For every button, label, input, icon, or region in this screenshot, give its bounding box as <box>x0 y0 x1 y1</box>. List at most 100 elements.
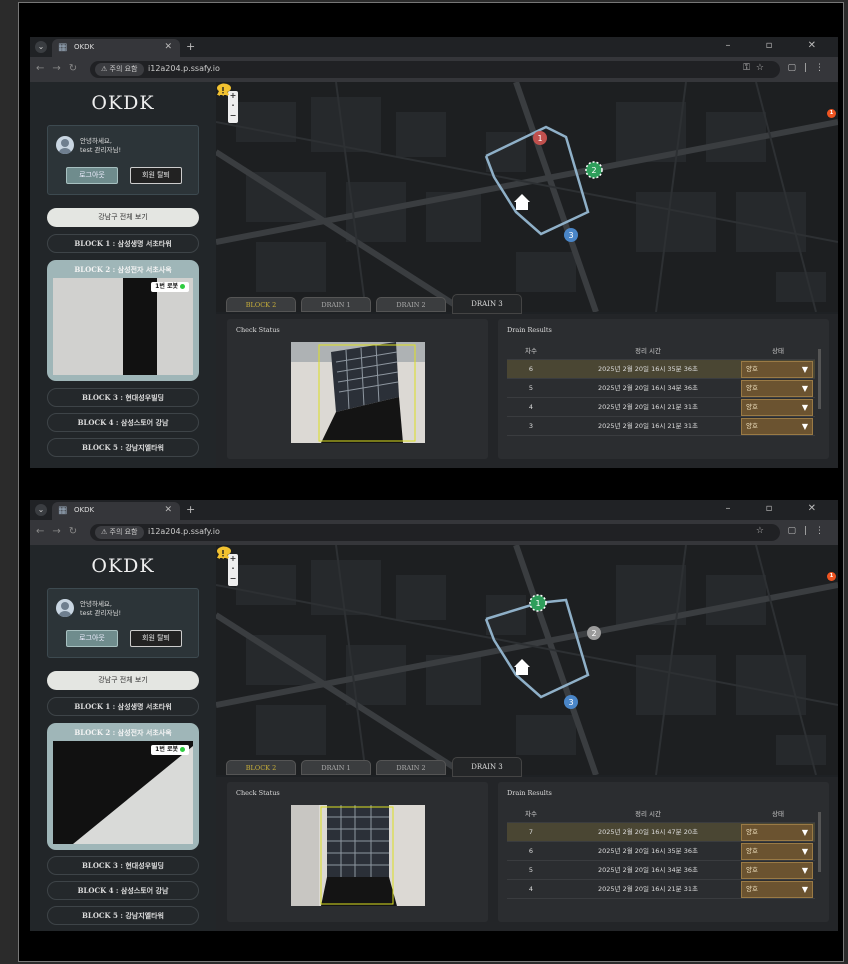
window-controls[interactable]: – ▫ ✕ <box>725 40 832 51</box>
block-2-item-active[interactable]: BLOCK 2 : 삼성전자 서초사옥 1번 로봇 <box>47 260 199 381</box>
tab-search-button[interactable]: ⌄ <box>35 504 47 516</box>
table-row[interactable]: 5 2025년 2월 20일 16시 34분 36초 양호 ▼ <box>507 379 815 398</box>
address-bar: ←→↻ ⚠ 주의 요함 i12a204.p.ssafy.io ⚿☆ ▢|⋮ <box>30 57 838 82</box>
navigation-icons[interactable]: ←→↻ <box>36 526 85 537</box>
block-2-item-active[interactable]: BLOCK 2 : 삼성전자 서초사옥 1번 로봇 <box>47 723 199 850</box>
chevron-down-icon: ▼ <box>801 384 808 393</box>
logout-button[interactable]: 로그아웃 <box>66 630 118 647</box>
svg-text:1: 1 <box>535 599 540 608</box>
alert-count-badge: 1 <box>827 109 836 118</box>
tab-title: OKDK <box>74 506 95 514</box>
tab-drain-3[interactable]: DRAIN 3 <box>452 757 522 777</box>
header-time: 정리 시간 <box>635 810 661 818</box>
status-select[interactable]: 양호 ▼ <box>741 418 813 435</box>
view-all-button[interactable]: 강남구 전체 보기 <box>47 671 199 690</box>
tab-drain-2[interactable]: DRAIN 2 <box>376 297 446 312</box>
table-row[interactable]: 6 2025년 2월 20일 16시 35분 36초 양호 ▼ <box>507 842 815 861</box>
status-select[interactable]: 양호 ▼ <box>741 824 813 841</box>
browser-tab[interactable]: ▦ OKDK ✕ <box>52 39 180 57</box>
row-time: 2025년 2월 20일 16시 34분 36초 <box>598 384 698 392</box>
tab-search-button[interactable]: ⌄ <box>35 41 47 53</box>
omnibox-icons[interactable]: ⚿☆ <box>743 63 770 73</box>
row-time: 2025년 2월 20일 16시 47분 20초 <box>598 828 698 836</box>
new-tab-icon[interactable]: + <box>186 40 195 53</box>
table-row[interactable]: 7 2025년 2월 20일 16시 47분 20초 양호 ▼ <box>507 823 815 842</box>
withdraw-button[interactable]: 회원 탈퇴 <box>130 630 182 647</box>
app-favicon-icon: ▦ <box>58 505 68 516</box>
chevron-down-icon: ▼ <box>801 866 808 875</box>
row-time: 2025년 2월 20일 16시 34분 36초 <box>598 866 698 874</box>
block-1-item[interactable]: BLOCK 1 : 삼성생명 서초타워 <box>47 697 199 716</box>
tab-block-2[interactable]: BLOCK 2 <box>226 297 296 312</box>
block-1-item[interactable]: BLOCK 1 : 삼성생명 서초타워 <box>47 234 199 253</box>
withdraw-button[interactable]: 회원 탈퇴 <box>130 167 182 184</box>
url-text[interactable]: i12a204.p.ssafy.io <box>148 64 220 73</box>
omnibox[interactable]: ⚠ 주의 요함 i12a204.p.ssafy.io ☆ <box>90 524 780 541</box>
status-select[interactable]: 양호 ▼ <box>741 399 813 416</box>
url-text[interactable]: i12a204.p.ssafy.io <box>148 527 220 536</box>
greeting: 안녕하세요, test 관리자님! <box>80 137 121 155</box>
view-all-button[interactable]: 강남구 전체 보기 <box>47 208 199 227</box>
drain-results-title: Drain Results <box>507 789 552 797</box>
status-select[interactable]: 양호 ▼ <box>741 881 813 898</box>
status-select[interactable]: 양호 ▼ <box>741 361 813 378</box>
block-3-item[interactable]: BLOCK 3 : 현대성우빌딩 <box>47 856 199 875</box>
security-warning-chip[interactable]: ⚠ 주의 요함 <box>95 63 144 76</box>
tab-drain-1[interactable]: DRAIN 1 <box>301 297 371 312</box>
app-root: OKDK 안녕하세요, test 관리자님! 로그아웃 회원 탈퇴 강남구 전체… <box>30 82 838 468</box>
new-tab-icon[interactable]: + <box>186 503 195 516</box>
greeting-line-1: 안녕하세요, <box>80 600 112 608</box>
warning-icon[interactable] <box>216 545 230 559</box>
table-row[interactable]: 3 2025년 2월 20일 16시 21분 31초 양호 ▼ <box>507 417 815 436</box>
row-round: 5 <box>528 866 534 874</box>
block-4-item[interactable]: BLOCK 4 : 삼성스토어 강남 <box>47 413 199 432</box>
table-scrollbar[interactable] <box>818 349 821 409</box>
tab-drain-3[interactable]: DRAIN 3 <box>452 294 522 314</box>
avatar <box>56 599 74 617</box>
status-select[interactable]: 양호 ▼ <box>741 843 813 860</box>
map-canvas: 1 2 3 <box>216 82 838 312</box>
robot-badge: 1번 로봇 <box>151 282 189 292</box>
browser-tab[interactable]: ▦ OKDK ✕ <box>52 502 180 520</box>
table-row[interactable]: 5 2025년 2월 20일 16시 34분 36초 양호 ▼ <box>507 861 815 880</box>
app-logo: OKDK <box>91 92 155 114</box>
omnibox[interactable]: ⚠ 주의 요함 i12a204.p.ssafy.io ⚿☆ <box>90 61 780 78</box>
block-4-item[interactable]: BLOCK 4 : 삼성스토어 강남 <box>47 881 199 900</box>
greeting: 안녕하세요, test 관리자님! <box>80 600 121 618</box>
omnibox-icons[interactable]: ☆ <box>756 526 770 536</box>
toolbar-icons[interactable]: ▢|⋮ <box>787 63 832 73</box>
greeting-line-1: 안녕하세요, <box>80 137 112 145</box>
chevron-down-icon: ▼ <box>801 422 808 431</box>
app-favicon-icon: ▦ <box>58 42 68 53</box>
map-view[interactable]: 1 2 3 + · − 1 <box>216 545 838 775</box>
chevron-down-icon: ▼ <box>801 828 808 837</box>
tab-block-2[interactable]: BLOCK 2 <box>226 760 296 775</box>
svg-text:2: 2 <box>591 629 596 638</box>
drain-snapshot-image <box>291 805 425 906</box>
table-scrollbar[interactable] <box>818 812 821 872</box>
logout-button[interactable]: 로그아웃 <box>66 167 118 184</box>
security-warning-chip[interactable]: ⚠ 주의 요함 <box>95 526 144 539</box>
status-select[interactable]: 양호 ▼ <box>741 380 813 397</box>
detail-tabs: BLOCK 2 DRAIN 1 DRAIN 2 DRAIN 3 <box>216 757 838 777</box>
close-icon[interactable]: ✕ <box>164 42 172 52</box>
marker-3: 3 <box>564 695 578 709</box>
block-5-item[interactable]: BLOCK 5 : 강남지엘타워 <box>47 906 199 925</box>
tab-drain-1[interactable]: DRAIN 1 <box>301 760 371 775</box>
table-row[interactable]: 4 2025년 2월 20일 16시 21분 31초 양호 ▼ <box>507 880 815 899</box>
block-5-item[interactable]: BLOCK 5 : 강남지엘타워 <box>47 438 199 457</box>
tab-drain-2[interactable]: DRAIN 2 <box>376 760 446 775</box>
table-row[interactable]: 6 2025년 2월 20일 16시 35분 36초 양호 ▼ <box>507 360 815 379</box>
status-select[interactable]: 양호 ▼ <box>741 862 813 879</box>
toolbar-icons[interactable]: ▢|⋮ <box>787 526 832 536</box>
table-row[interactable]: 4 2025년 2월 20일 16시 21분 31초 양호 ▼ <box>507 398 815 417</box>
header-round: 차수 <box>525 810 537 818</box>
block-3-item[interactable]: BLOCK 3 : 현대성우빌딩 <box>47 388 199 407</box>
browser-tabbar: ⌄ ▦ OKDK ✕ + – ▫ ✕ <box>30 37 838 57</box>
close-icon[interactable]: ✕ <box>164 505 172 515</box>
row-round: 4 <box>528 403 534 411</box>
map-view[interactable]: 1 2 3 + · − 1 <box>216 82 838 312</box>
navigation-icons[interactable]: ←→↻ <box>36 63 85 74</box>
window-controls[interactable]: – ▫ ✕ <box>725 503 832 514</box>
warning-icon[interactable] <box>216 82 230 96</box>
